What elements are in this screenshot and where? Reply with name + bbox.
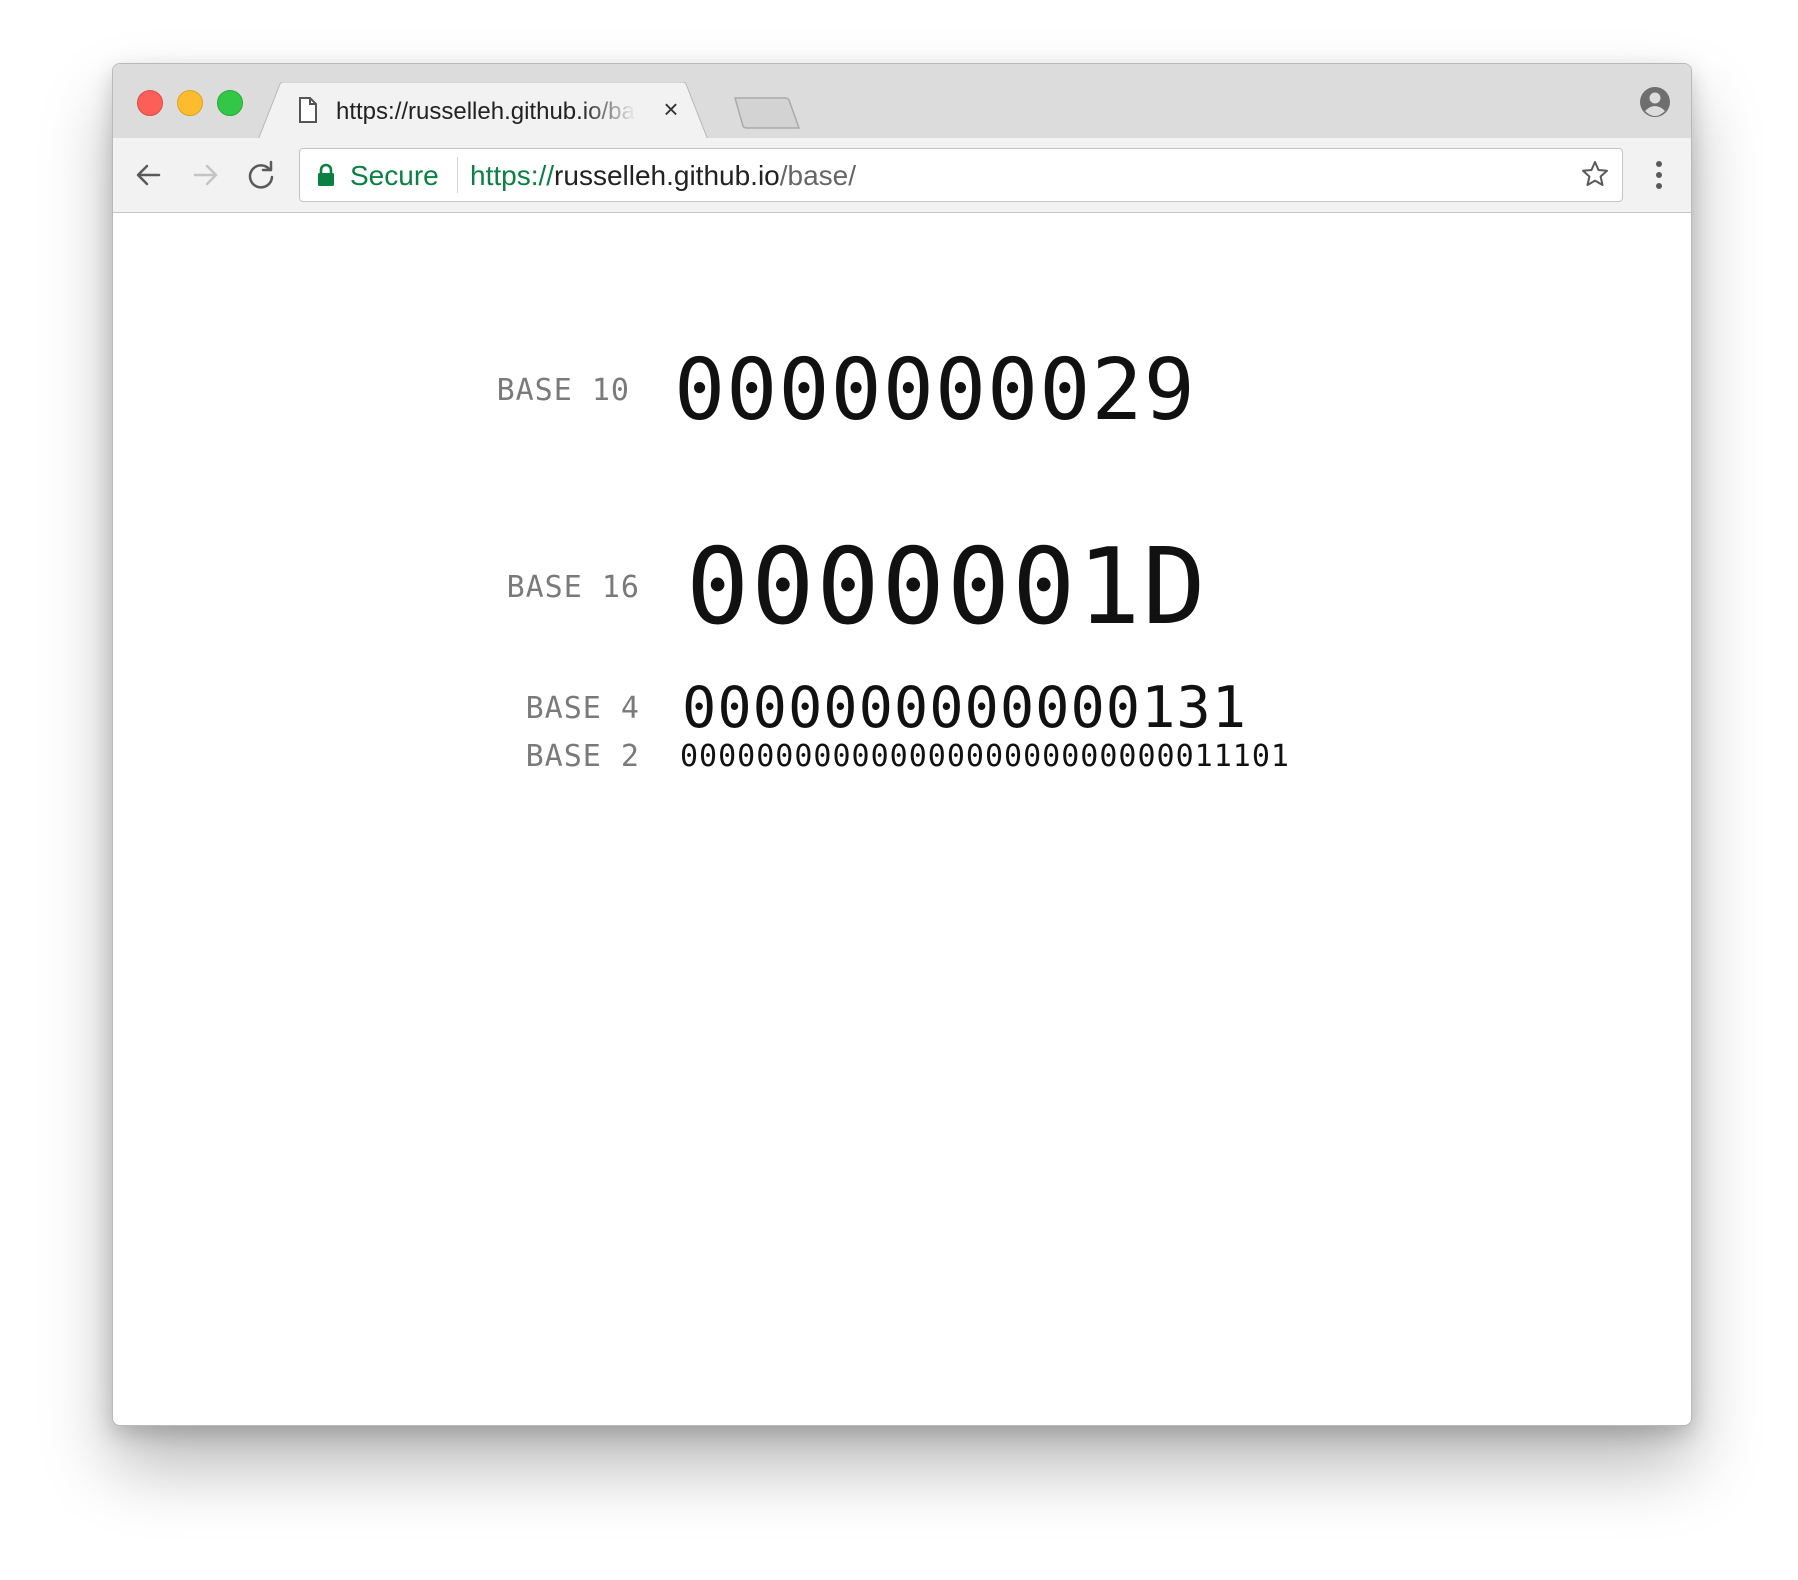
base4-value: 0000000000000131 — [682, 675, 1248, 741]
reload-icon — [248, 160, 274, 189]
lock-icon[interactable] — [316, 163, 336, 192]
browser-window: https://russelleh.github.io/base/ × Secu… — [112, 63, 1692, 1426]
url-host: russelleh.github.io — [554, 160, 780, 191]
window-close-button[interactable] — [137, 90, 163, 116]
forward-button[interactable] — [185, 155, 225, 195]
base2-row: BASE 2 00000000000000000000000000011101 — [495, 739, 1290, 774]
back-button[interactable] — [129, 155, 169, 195]
tab-close-icon[interactable]: × — [658, 96, 684, 122]
base2-value: 00000000000000000000000000011101 — [680, 739, 1290, 774]
arrow-left-icon — [136, 164, 161, 186]
omnibox-divider — [457, 157, 458, 193]
secure-label[interactable]: Secure — [350, 160, 439, 192]
base10-row: BASE 10 0000000029 — [495, 341, 1196, 440]
more-menu-icon[interactable] — [1655, 160, 1663, 195]
url-path: /base/ — [779, 160, 857, 191]
base4-row: BASE 4 0000000000000131 — [495, 675, 1247, 741]
address-bar[interactable]: Secure https://russelleh.github.io/base/ — [299, 148, 1623, 202]
bookmark-star-icon[interactable] — [1580, 159, 1610, 194]
url-scheme: https:// — [470, 160, 555, 191]
base16-label: BASE 16 — [506, 569, 640, 605]
base16-value: 0000001D — [686, 526, 1208, 648]
window-maximize-button[interactable] — [217, 90, 243, 116]
base10-label: BASE 10 — [496, 373, 630, 408]
arrow-right-icon — [193, 164, 218, 186]
page-content: BASE 10 0000000029 BASE 16 0000001D BASE… — [113, 213, 1691, 1425]
page-icon — [298, 97, 318, 128]
base10-value: 0000000029 — [674, 341, 1196, 440]
browser-toolbar: Secure https://russelleh.github.io/base/ — [113, 138, 1691, 213]
tab-active[interactable]: https://russelleh.github.io/base/ × — [258, 82, 708, 140]
tab-strip: https://russelleh.github.io/base/ × — [113, 64, 1691, 140]
profile-icon[interactable] — [1639, 86, 1671, 123]
url-text[interactable]: https://russelleh.github.io/base/ — [470, 160, 856, 192]
window-minimize-button[interactable] — [177, 90, 203, 116]
new-tab-button[interactable] — [733, 96, 801, 135]
base2-label: BASE 2 — [525, 739, 640, 774]
base4-label: BASE 4 — [525, 690, 640, 726]
base16-row: BASE 16 0000001D — [495, 526, 1208, 648]
reload-button[interactable] — [241, 155, 281, 195]
tab-title: https://russelleh.github.io/base/ — [336, 98, 636, 125]
